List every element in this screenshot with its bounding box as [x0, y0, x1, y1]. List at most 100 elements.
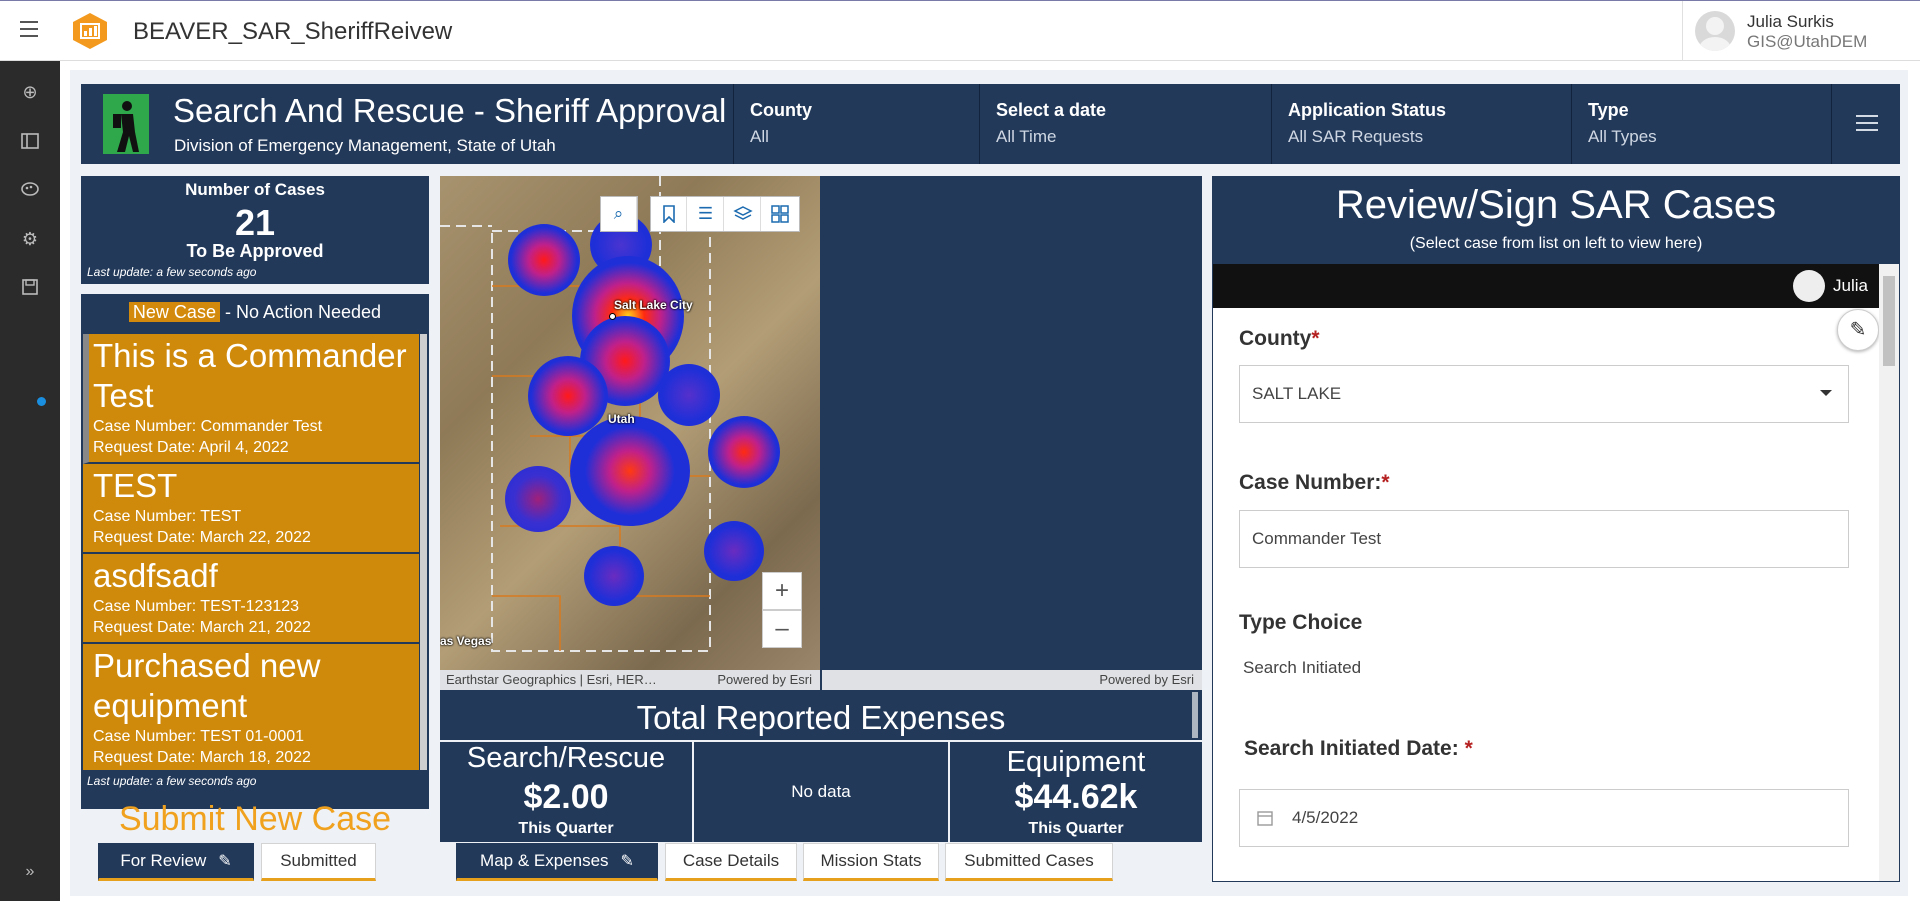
expense-value: $44.62k [1014, 778, 1138, 816]
case-title: TEST [93, 467, 178, 504]
theme-icon[interactable] [19, 179, 41, 201]
avatar [1695, 11, 1735, 51]
type-choice-label: Type Choice [1239, 611, 1363, 634]
calendar-icon [1256, 790, 1274, 850]
heatmap-hotspot [658, 364, 720, 426]
filter-value: All Time [996, 127, 1057, 146]
review-title: Review/Sign SAR Cases [1335, 183, 1777, 227]
case-list-panel: New Case - No Action Needed This is a Co… [81, 294, 429, 838]
header-menu-icon[interactable] [1831, 84, 1900, 164]
app-header: BEAVER_SAR_SheriffReivew Julia Surkis GI… [0, 0, 1920, 61]
expense-value: $2.00 [523, 778, 609, 816]
indicator-value: 21 [234, 202, 276, 243]
scrollbar-thumb[interactable] [1883, 276, 1895, 366]
heatmap-hotspot [505, 466, 571, 532]
expense-name: Equipment [1006, 746, 1146, 778]
county-select[interactable]: SALT LAKE [1239, 365, 1849, 423]
sar-hiker-logo-icon [103, 94, 149, 154]
filter-label: Type [1588, 100, 1629, 120]
search-icon[interactable]: ⌕ [601, 197, 637, 231]
filter-value: All [750, 127, 769, 146]
map-label-state: Utah [608, 412, 635, 426]
bookmark-icon[interactable] [651, 197, 687, 231]
layout-icon[interactable] [19, 131, 41, 153]
field-label-text: County [1239, 327, 1312, 350]
user-menu[interactable]: Julia Surkis GIS@UtahDEM [1682, 1, 1920, 61]
hamburger-menu-icon[interactable] [20, 21, 38, 37]
submit-new-case-link[interactable]: Submit New Case [81, 800, 429, 839]
legend-list-icon[interactable]: ☰ [688, 197, 724, 231]
review-sign-panel: Review/Sign SAR Cases (Select case from … [1212, 176, 1900, 882]
case-title: asdfsadf [93, 557, 218, 594]
edit-pencil-icon[interactable]: ✎ [1837, 309, 1879, 351]
search-initiated-date-input[interactable]: 4/5/2022 [1239, 789, 1849, 847]
tab-case-details[interactable]: Case Details [665, 843, 797, 881]
heatmap-hotspot [704, 521, 764, 581]
expand-rail-icon[interactable]: » [19, 861, 41, 883]
case-number: Case Number: TEST-123123 [93, 598, 300, 615]
powered-by-esri: Powered by Esri [1099, 672, 1194, 687]
form-user-name: Julia [1833, 276, 1868, 295]
add-element-icon[interactable]: ⊕ [19, 81, 41, 103]
save-icon[interactable] [19, 277, 41, 299]
filter-county[interactable]: County All [733, 84, 969, 164]
heatmap-hotspot [508, 224, 580, 296]
list-item[interactable]: asdfsadf Case Number: TEST-123123 Reques… [83, 554, 419, 644]
map-panel[interactable]: Salt Lake City Utah as Vegas ⌕ ☰ + – Ear… [440, 176, 1202, 690]
list-item[interactable]: TEST Case Number: TEST Request Date: Mar… [83, 464, 419, 554]
tab-label: Case Details [682, 851, 780, 870]
tab-label: Submitted [280, 851, 357, 870]
expense-equipment: Equipment $44.62k This Quarter [950, 742, 1202, 842]
list-item[interactable]: This is a Commander Test Case Number: Co… [83, 334, 419, 464]
case-title: This is a Commander Test [93, 337, 407, 414]
case-list-scrollbar[interactable] [420, 334, 427, 770]
map-label-vegas: as Vegas [440, 634, 492, 648]
expenses-title: Total Reported Expenses [440, 690, 1202, 740]
case-number-field-label: Case Number:* [1239, 471, 1390, 494]
zoom-out-button[interactable]: – [762, 610, 802, 648]
tab-submitted[interactable]: Submitted [261, 843, 376, 881]
powered-by-esri: Powered by Esri [717, 672, 812, 687]
dashboard-app-logo-icon [72, 12, 108, 50]
avatar [1793, 270, 1825, 302]
county-select-value: SALT LAKE [1252, 384, 1342, 403]
zoom-in-button[interactable]: + [762, 572, 802, 610]
satellite-basemap[interactable]: Salt Lake City Utah as Vegas ⌕ ☰ + – [440, 176, 820, 670]
filter-label: Application Status [1288, 100, 1447, 120]
tab-submitted-cases[interactable]: Submitted Cases [945, 843, 1113, 881]
search-date-value: 4/5/2022 [1292, 808, 1359, 827]
edit-pencil-icon: ✎ [620, 853, 634, 870]
tab-label: Map & Expenses [480, 851, 609, 870]
basemap-gallery-icon[interactable] [762, 197, 798, 231]
form-user-bar: Julia [1213, 264, 1899, 308]
gear-icon[interactable]: ⚙ [19, 228, 41, 250]
user-org: GIS@UtahDEM [1747, 32, 1868, 51]
filter-value: All SAR Requests [1288, 127, 1424, 146]
layers-icon[interactable] [725, 197, 761, 231]
filter-type[interactable]: Type All Types [1571, 84, 1831, 164]
case-number-value: Commander Test [1252, 529, 1382, 548]
case-number: Case Number: TEST [93, 508, 242, 525]
indicator-title: Number of Cases [185, 180, 325, 199]
number-of-cases-indicator: Number of Cases 21 To Be Approved Last u… [81, 176, 429, 284]
field-label-text: Search Initiated Date: [1244, 737, 1465, 760]
list-item[interactable]: Purchased new equipment Case Number: TES… [83, 644, 419, 770]
case-number-input[interactable]: Commander Test [1239, 510, 1849, 568]
filter-date[interactable]: Select a date All Time [979, 84, 1271, 164]
user-name: Julia Surkis [1747, 12, 1834, 31]
review-scrollbar[interactable] [1879, 264, 1899, 881]
left-toolbar: ⊕ ⚙ » [0, 61, 60, 901]
heatmap-hotspot [528, 356, 608, 436]
tab-map-expenses[interactable]: Map & Expenses ✎ [456, 843, 658, 881]
unsaved-indicator [37, 397, 46, 406]
case-list[interactable]: This is a Commander Test Case Number: Co… [83, 334, 419, 770]
expenses-scrollbar[interactable] [1192, 692, 1198, 738]
map-search-tool[interactable]: ⌕ [600, 196, 638, 232]
header-title: Search And Rescue - Sheriff Approval [173, 92, 727, 129]
county-field-label: County* [1239, 327, 1320, 350]
filter-application-status[interactable]: Application Status All SAR Requests [1271, 84, 1571, 164]
indicator-bottom-text: To Be Approved [186, 241, 324, 261]
tab-for-review[interactable]: For Review ✎ [98, 843, 254, 881]
tab-mission-stats[interactable]: Mission Stats [803, 843, 939, 881]
case-number: Case Number: TEST 01-0001 [93, 728, 305, 745]
